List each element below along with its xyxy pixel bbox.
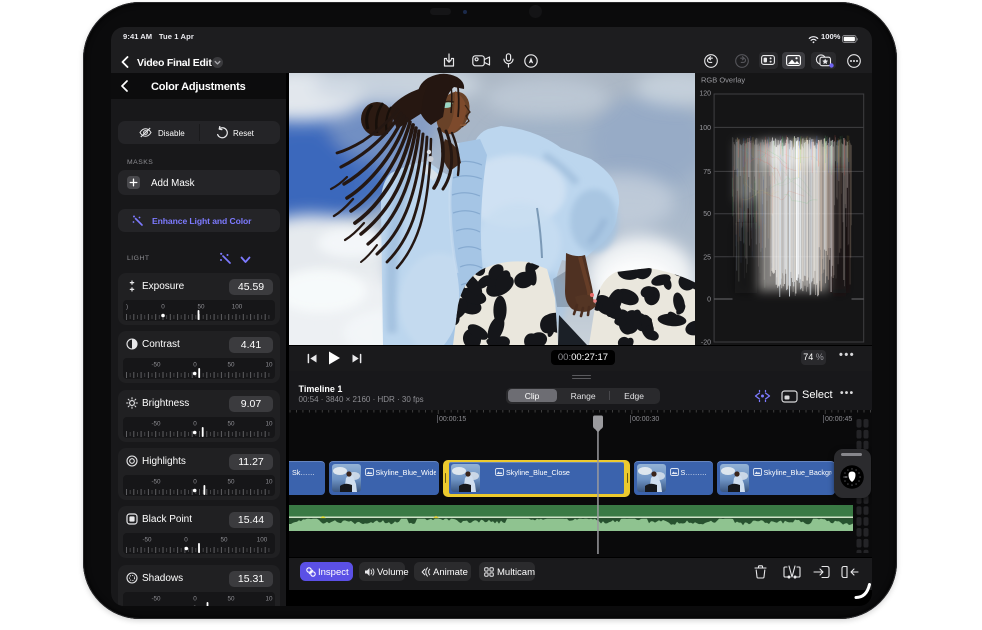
svg-text:10: 10	[265, 595, 273, 602]
svg-text:50: 50	[227, 362, 235, 369]
svg-text:0: 0	[184, 536, 188, 543]
svg-text:50: 50	[704, 211, 712, 218]
svg-text:10: 10	[265, 478, 273, 485]
svg-text:25: 25	[704, 254, 712, 261]
svg-text:): )	[126, 303, 128, 310]
svg-text:-50: -50	[151, 420, 161, 427]
svg-text:0: 0	[193, 420, 197, 427]
svg-text:100: 100	[232, 303, 243, 310]
svg-text:50: 50	[227, 420, 235, 427]
svg-text:0: 0	[707, 297, 711, 304]
svg-text:50: 50	[227, 595, 235, 602]
svg-text:120: 120	[700, 91, 712, 98]
svg-text:-50: -50	[151, 478, 161, 485]
svg-text:100: 100	[700, 125, 712, 132]
svg-text:10: 10	[265, 420, 273, 427]
svg-text:10: 10	[265, 362, 273, 369]
svg-text:-50: -50	[151, 595, 161, 602]
svg-text:75: 75	[704, 169, 712, 176]
svg-text:50: 50	[197, 303, 205, 310]
svg-text:50: 50	[220, 536, 228, 543]
svg-text:0: 0	[193, 362, 197, 369]
svg-text:50: 50	[227, 478, 235, 485]
svg-text:0: 0	[193, 595, 197, 602]
svg-text:100: 100	[257, 536, 268, 543]
svg-text:0: 0	[161, 303, 165, 310]
svg-text:0: 0	[193, 478, 197, 485]
svg-text:RGB Overlay: RGB Overlay	[701, 76, 745, 85]
svg-text:-50: -50	[142, 536, 152, 543]
svg-text:-50: -50	[151, 362, 161, 369]
